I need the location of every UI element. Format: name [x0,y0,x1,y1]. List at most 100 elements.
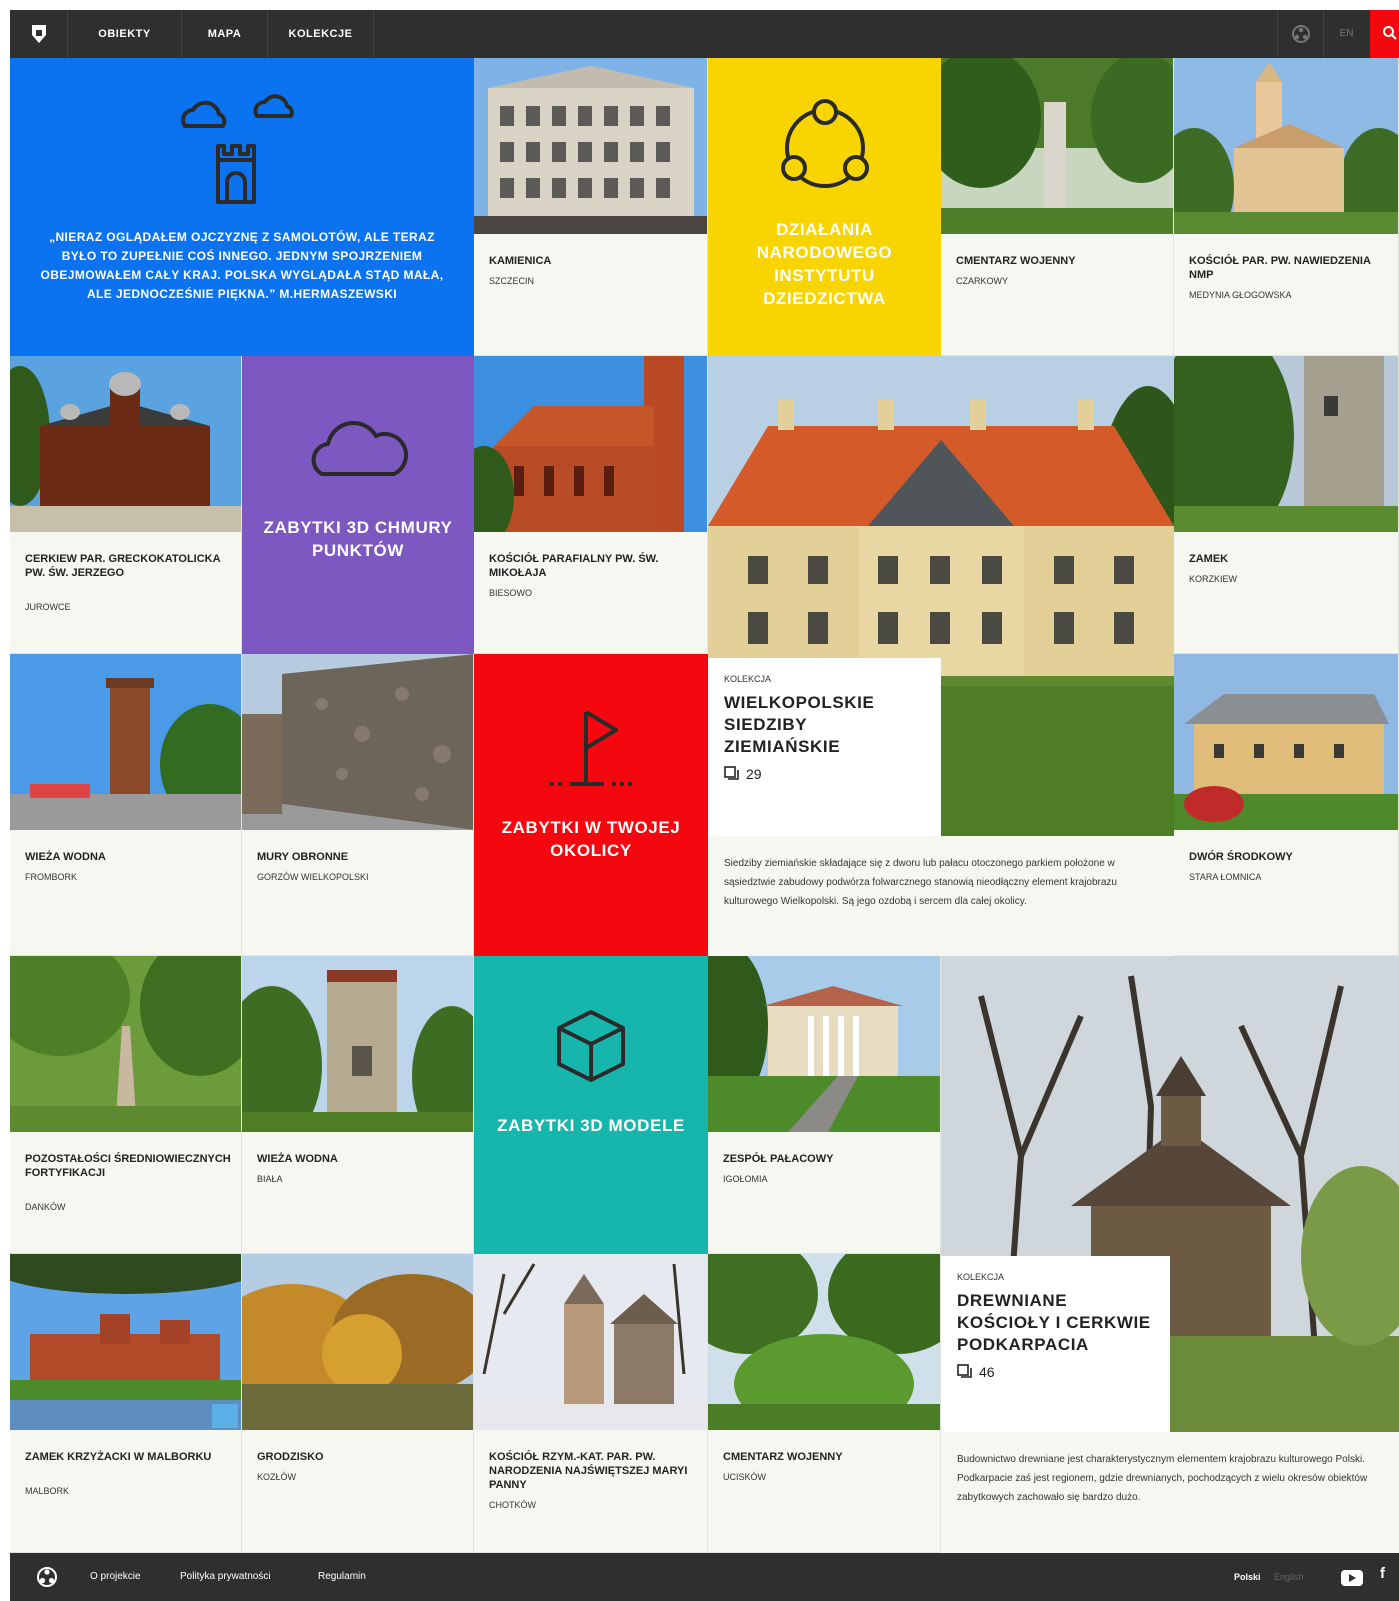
collection-info-box: KOLEKCJA DREWNIANE KOŚCIOŁY I CERKWIE PO… [941,1256,1170,1432]
card-location: MALBORK [25,1486,70,1496]
card-title: DWÓR ŚRODKOWY [1189,851,1293,863]
collection-wielkopolskie[interactable]: KOLEKCJA WIELKOPOLSKIE SIEDZIBY ZIEMIAŃS… [708,356,1174,956]
castle-clouds-icon [181,94,294,204]
collection-description: Budownictwo drewniane jest charakterysty… [957,1454,1368,1503]
object-card[interactable]: MURY OBRONNE GORZÓW WIELKOPOLSKI [242,654,474,956]
card-title: GRODZISKO [257,1451,324,1463]
photo-fortyfikacje-dankow [10,956,241,1132]
collection-kicker: KOLEKCJA [957,1272,1005,1282]
cube-icon [557,1010,625,1082]
photo-kosciol-medynia [1174,58,1398,234]
facebook-icon[interactable]: f [1380,1565,1385,1582]
quote-text: „NIERAZ OGLĄDAŁEM OJCZYZNĘ Z SAMOLOTÓW, … [40,230,444,301]
3d-models-title: ZABYTKI 3D MODELE [497,1116,685,1135]
monuments-nearby-tile[interactable]: ZABYTKI W TWOJEJ OKOLICY [474,654,708,956]
object-card[interactable]: CERKIEW PAR. GRECKOKATOLICKA PW. ŚW. JER… [10,356,242,654]
card-location: GORZÓW WIELKOPOLSKI [257,872,369,882]
card-location: BIESOWO [489,588,533,598]
photo-cerkiew-jurowce [10,356,241,532]
object-card[interactable]: DWÓR ŚRODKOWY STARA ŁOMNICA [1174,654,1399,956]
collection-count-value: 46 [979,1364,995,1380]
search-button[interactable] [1370,10,1399,58]
object-card[interactable]: ZESPÓŁ PAŁACOWY IGOŁOMIA [708,956,941,1254]
collection-count: 46 [957,1364,1154,1380]
object-card[interactable]: POZOSTAŁOŚCI ŚREDNIOWIECZNYCH FORTYFIKAC… [10,956,242,1254]
collection-description: Siedziby ziemiańskie składające się z dw… [724,858,1117,907]
object-card[interactable]: CMENTARZ WOJENNY CZARKOWY [941,58,1174,356]
shield-logo-icon [32,25,46,43]
object-card[interactable]: KOŚCIÓŁ RZYM.-KAT. PAR. PW. NARODZENIA N… [474,1254,708,1553]
card-title: WIEŻA WODNA [25,851,106,863]
photo-kosciol-biesowo [474,356,707,532]
object-card[interactable]: KAMIENICA SZCZECIN [474,58,708,356]
photo-cmentarz-czarkowy [941,58,1173,234]
footer-lang-english[interactable]: English [1274,1553,1304,1601]
photo-zamek-malbork [10,1254,241,1430]
object-card[interactable]: ZAMEK KORZKIEW [1174,356,1399,654]
card-location: FROMBORK [25,872,78,882]
photo-kosciol-chotkow [474,1254,707,1430]
card-location: SZCZECIN [489,276,534,286]
photo-palac-igolomia [708,956,940,1132]
3d-models-tile[interactable]: ZABYTKI 3D MODELE [474,956,708,1254]
collection-info-box: KOLEKCJA WIELKOPOLSKIE SIEDZIBY ZIEMIAŃS… [708,658,941,836]
nid-logo-button[interactable] [1277,10,1323,58]
card-location: MEDYNIA GŁOGOWSKA [1189,290,1292,300]
object-card[interactable]: GRODZISKO KOZŁÓW [242,1254,474,1553]
object-card[interactable]: WIEŻA WODNA FROMBORK [10,654,242,956]
language-switch-en[interactable]: EN [1323,10,1369,58]
photo-kamienica [474,58,707,234]
triangle-logo-icon [1292,25,1310,43]
card-title: WIEŻA WODNA [257,1153,338,1165]
footer-link-terms[interactable]: Regulamin [318,1553,366,1601]
collection-title: DREWNIANE KOŚCIOŁY I CERKWIE PODKARPACIA [957,1291,1151,1354]
card-title: KAMIENICA [489,255,552,267]
youtube-icon[interactable] [1341,1570,1363,1586]
search-icon [1383,26,1397,40]
object-card[interactable]: KOŚCIÓŁ PAR. PW. NAWIEDZENIA NMP MEDYNIA… [1174,58,1399,356]
nav-mapa[interactable]: MAPA [182,10,268,58]
card-location: KORZKIEW [1189,574,1238,584]
footer-link-about[interactable]: O projekcie [90,1553,141,1601]
gallery-icon [724,766,739,780]
object-card[interactable]: CMENTARZ WOJENNY UCISKÓW [708,1254,941,1553]
footer-bar: O projekcie Polityka prywatności Regulam… [10,1553,1399,1601]
object-card[interactable]: WIEŻA WODNA BIAŁA [242,956,474,1254]
card-title: POZOSTAŁOŚCI ŚREDNIOWIECZNYCH FORTYFIKAC… [25,1153,231,1179]
photo-dwor-stara-lomnica [1174,654,1398,830]
card-location: BIAŁA [257,1174,283,1184]
photo-grodzisko-kozlow [242,1254,473,1430]
card-title: KOŚCIÓŁ RZYM.-KAT. PAR. PW. NARODZENIA N… [489,1451,688,1491]
photo-cmentarz-uciskow [708,1254,940,1430]
card-location: CHOTKÓW [489,1500,536,1510]
card-location: UCISKÓW [723,1472,767,1482]
card-location: KOZŁÓW [257,1472,297,1482]
collection-title: WIELKOPOLSKIE SIEDZIBY ZIEMIAŃSKIE [724,693,875,756]
photo-wieza-biala [242,956,473,1132]
gallery-icon [957,1364,972,1378]
object-card[interactable]: KOŚCIÓŁ PARAFIALNY PW. ŚW. MIKOŁAJA BIES… [474,356,708,654]
3d-point-clouds-tile[interactable]: ZABYTKI 3D CHMURY PUNKTÓW [242,356,474,654]
card-title: ZESPÓŁ PAŁACOWY [723,1153,834,1165]
nid-triangle-icon [780,99,869,188]
top-navigation-bar: OBIEKTY MAPA KOLEKCJE EN [10,10,1399,58]
card-title: KOŚCIÓŁ PAR. PW. NAWIEDZENIA NMP [1189,255,1371,281]
footer-link-privacy[interactable]: Polityka prywatności [180,1553,271,1601]
institute-activities-title: DZIAŁANIA NARODOWEGO INSTYTUTU DZIEDZICT… [756,220,893,308]
cloud-icon [311,421,408,476]
photo-zamek-korzkiew [1174,356,1398,532]
object-card[interactable]: ZAMEK KRZYŻACKI W MALBORKU MALBORK [10,1254,242,1553]
institute-activities-tile[interactable]: DZIAŁANIA NARODOWEGO INSTYTUTU DZIEDZICT… [708,58,941,356]
site-logo[interactable] [10,10,68,58]
card-title: MURY OBRONNE [257,851,349,863]
photo-mury-gorzow [242,654,473,830]
collection-count: 29 [724,766,925,782]
nav-kolekcje[interactable]: KOLEKCJE [268,10,374,58]
collection-podkarpacie[interactable]: KOLEKCJA DREWNIANE KOŚCIOŁY I CERKWIE PO… [941,956,1399,1553]
footer-lang-polish[interactable]: Polski [1234,1553,1261,1601]
quote-tile[interactable]: „NIERAZ OGLĄDAŁEM OJCZYZNĘ Z SAMOLOTÓW, … [10,58,474,356]
collection-kicker: KOLEKCJA [724,674,772,684]
nid-footer-logo-icon[interactable] [36,1566,58,1588]
nav-obiekty[interactable]: OBIEKTY [68,10,182,58]
card-title: KOŚCIÓŁ PARAFIALNY PW. ŚW. MIKOŁAJA [489,553,659,579]
